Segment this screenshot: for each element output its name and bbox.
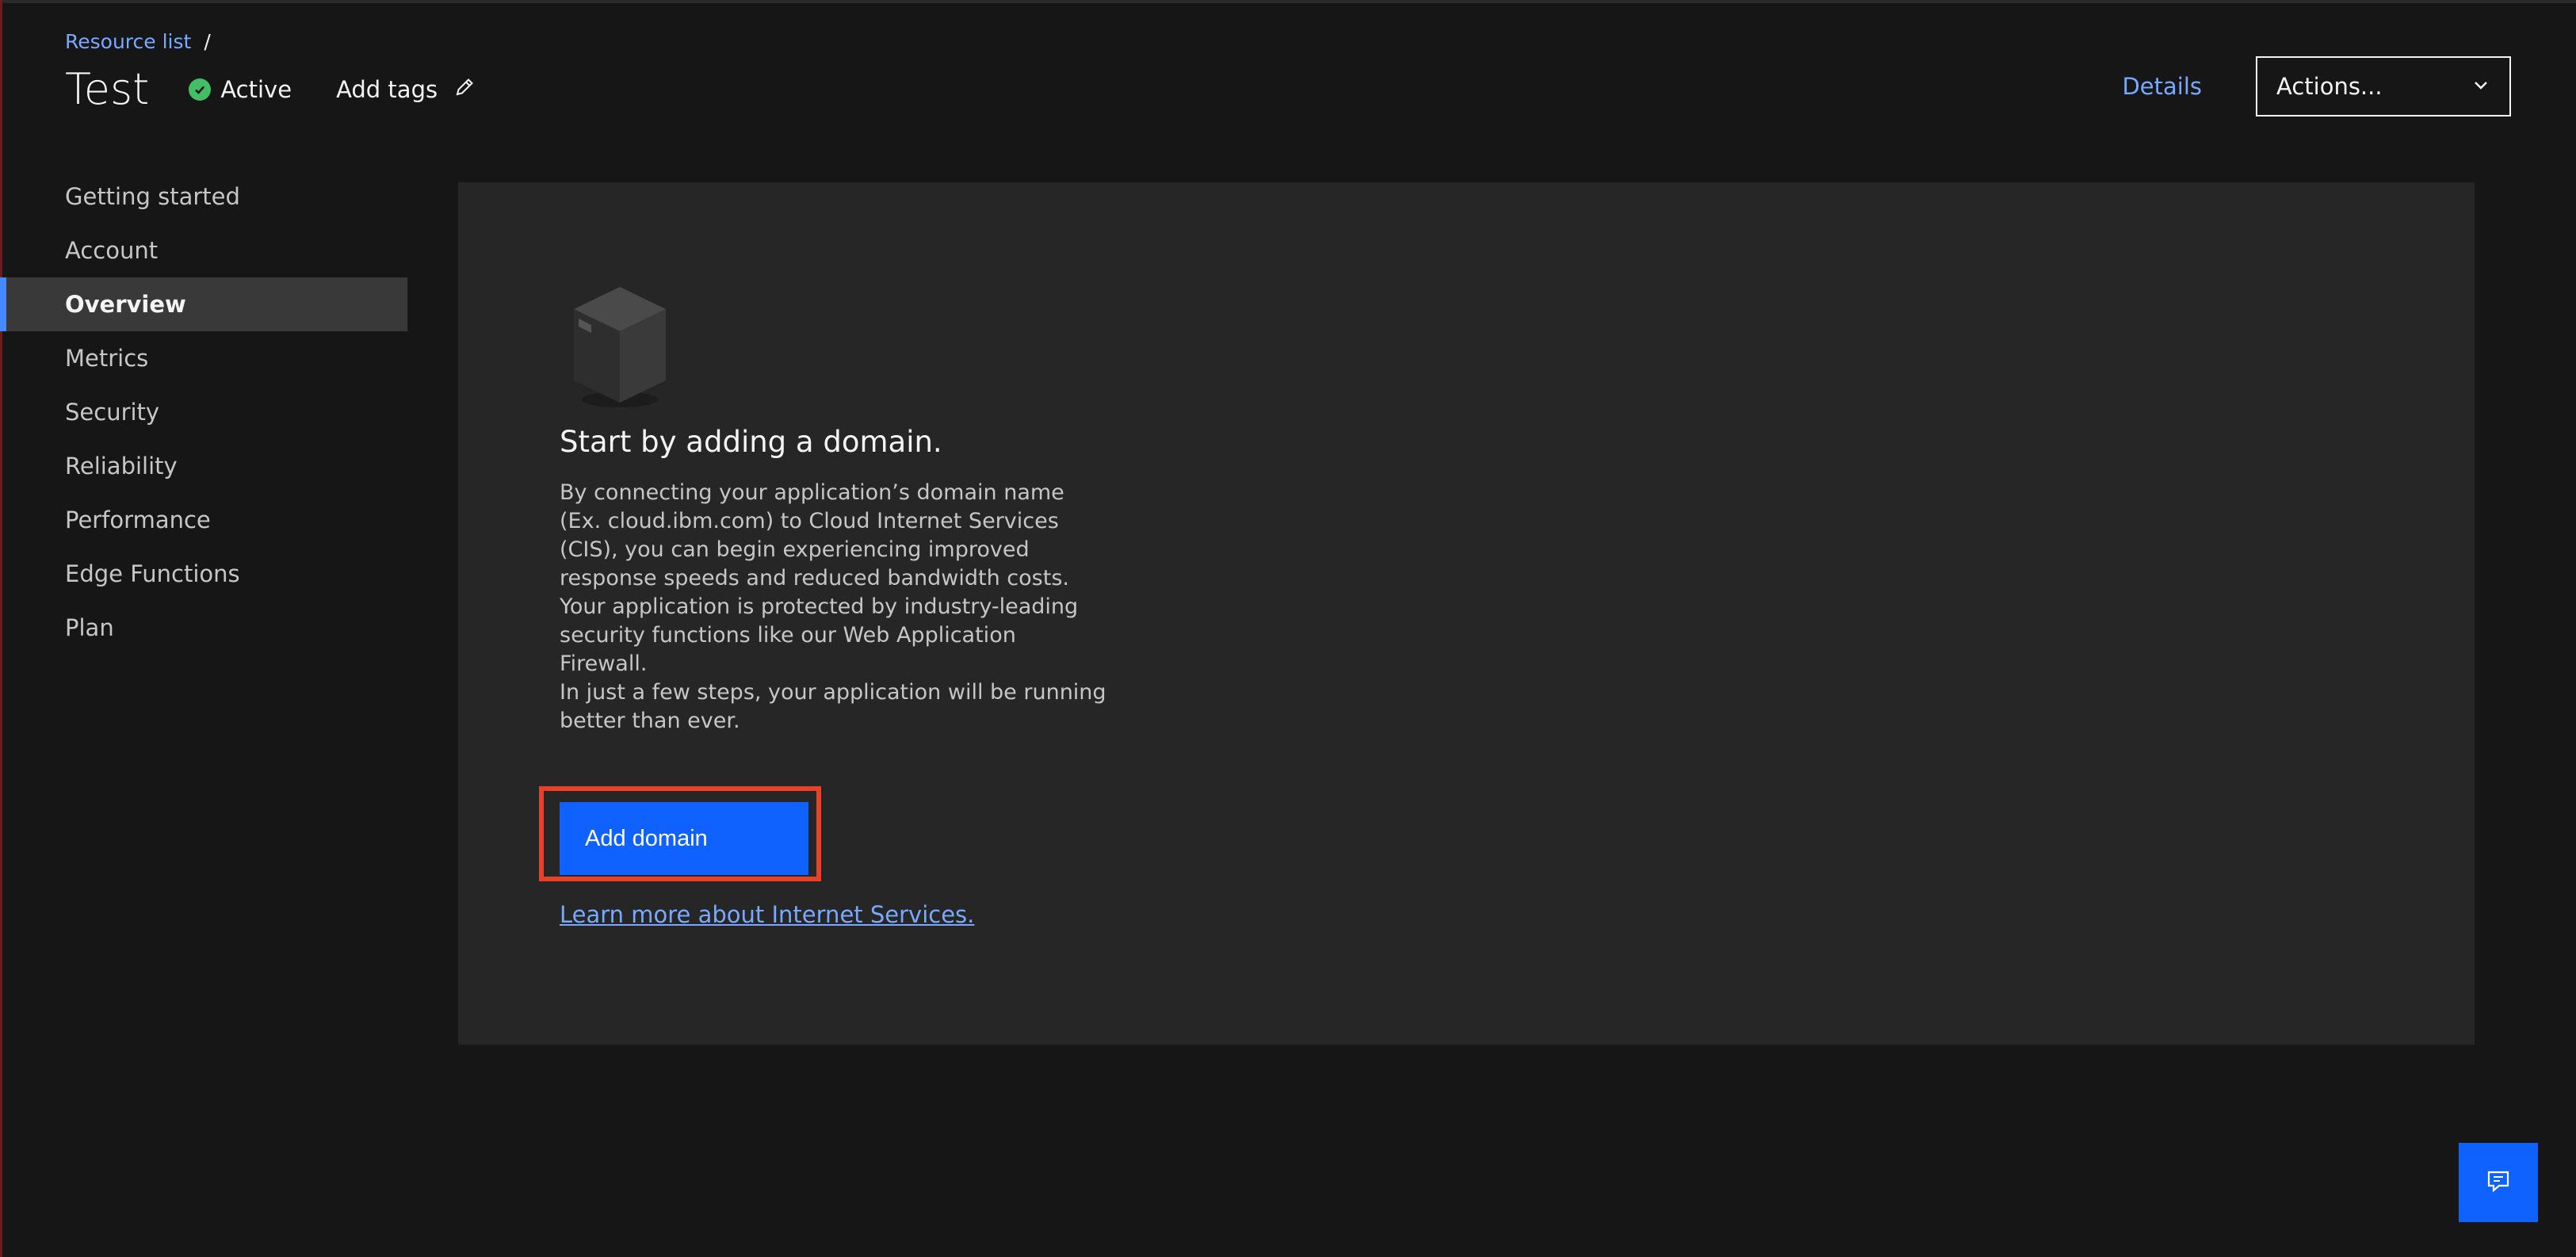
sidebar-item-metrics[interactable]: Metrics (0, 331, 407, 385)
checkmark-filled-icon (189, 78, 212, 101)
empty-state-subtext: In just a few steps, your application wi… (560, 680, 1106, 733)
sidebar-item-account[interactable]: Account (0, 224, 407, 277)
title-row: Test Active Add tags (65, 62, 476, 117)
sidebar-item-plan[interactable]: Plan (0, 601, 407, 655)
empty-state-heading: Start by adding a domain. (560, 425, 942, 459)
actions-dropdown-label: Actions... (2276, 73, 2383, 100)
status-label: Active (220, 76, 292, 103)
page-title: Test (65, 64, 150, 114)
sidebar-item-performance[interactable]: Performance (0, 493, 407, 547)
chevron-down-icon (2471, 73, 2490, 100)
add-tags-label: Add tags (336, 76, 438, 103)
details-link[interactable]: Details (2122, 73, 2202, 100)
page: Resource list / Test Active Add tags Det… (0, 0, 2576, 1257)
sidebar-item-getting-started[interactable]: Getting started (0, 170, 407, 224)
empty-state-description: By connecting your application’s domain … (560, 480, 1079, 676)
sidebar-nav: Getting started Account Overview Metrics… (0, 170, 407, 655)
box-illustration-icon (571, 284, 669, 409)
sidebar-item-reliability[interactable]: Reliability (0, 439, 407, 493)
pencil-icon (453, 76, 476, 104)
add-domain-button[interactable]: Add domain (560, 802, 808, 875)
sidebar-item-security[interactable]: Security (0, 385, 407, 439)
breadcrumb-resource-list-link[interactable]: Resource list (65, 30, 191, 53)
top-divider (0, 0, 2576, 3)
add-tags-button[interactable]: Add tags (336, 76, 476, 104)
breadcrumb-separator: / (204, 30, 211, 53)
actions-dropdown[interactable]: Actions... (2256, 56, 2511, 117)
chat-feedback-icon (2485, 1167, 2512, 1198)
breadcrumb: Resource list / (65, 30, 211, 53)
learn-more-link[interactable]: Learn more about Internet Services. (560, 901, 974, 928)
sidebar-item-edge-functions[interactable]: Edge Functions (0, 547, 407, 601)
status-badge: Active (189, 76, 292, 103)
sidebar-item-overview[interactable]: Overview (0, 277, 407, 331)
feedback-button[interactable] (2459, 1143, 2538, 1222)
